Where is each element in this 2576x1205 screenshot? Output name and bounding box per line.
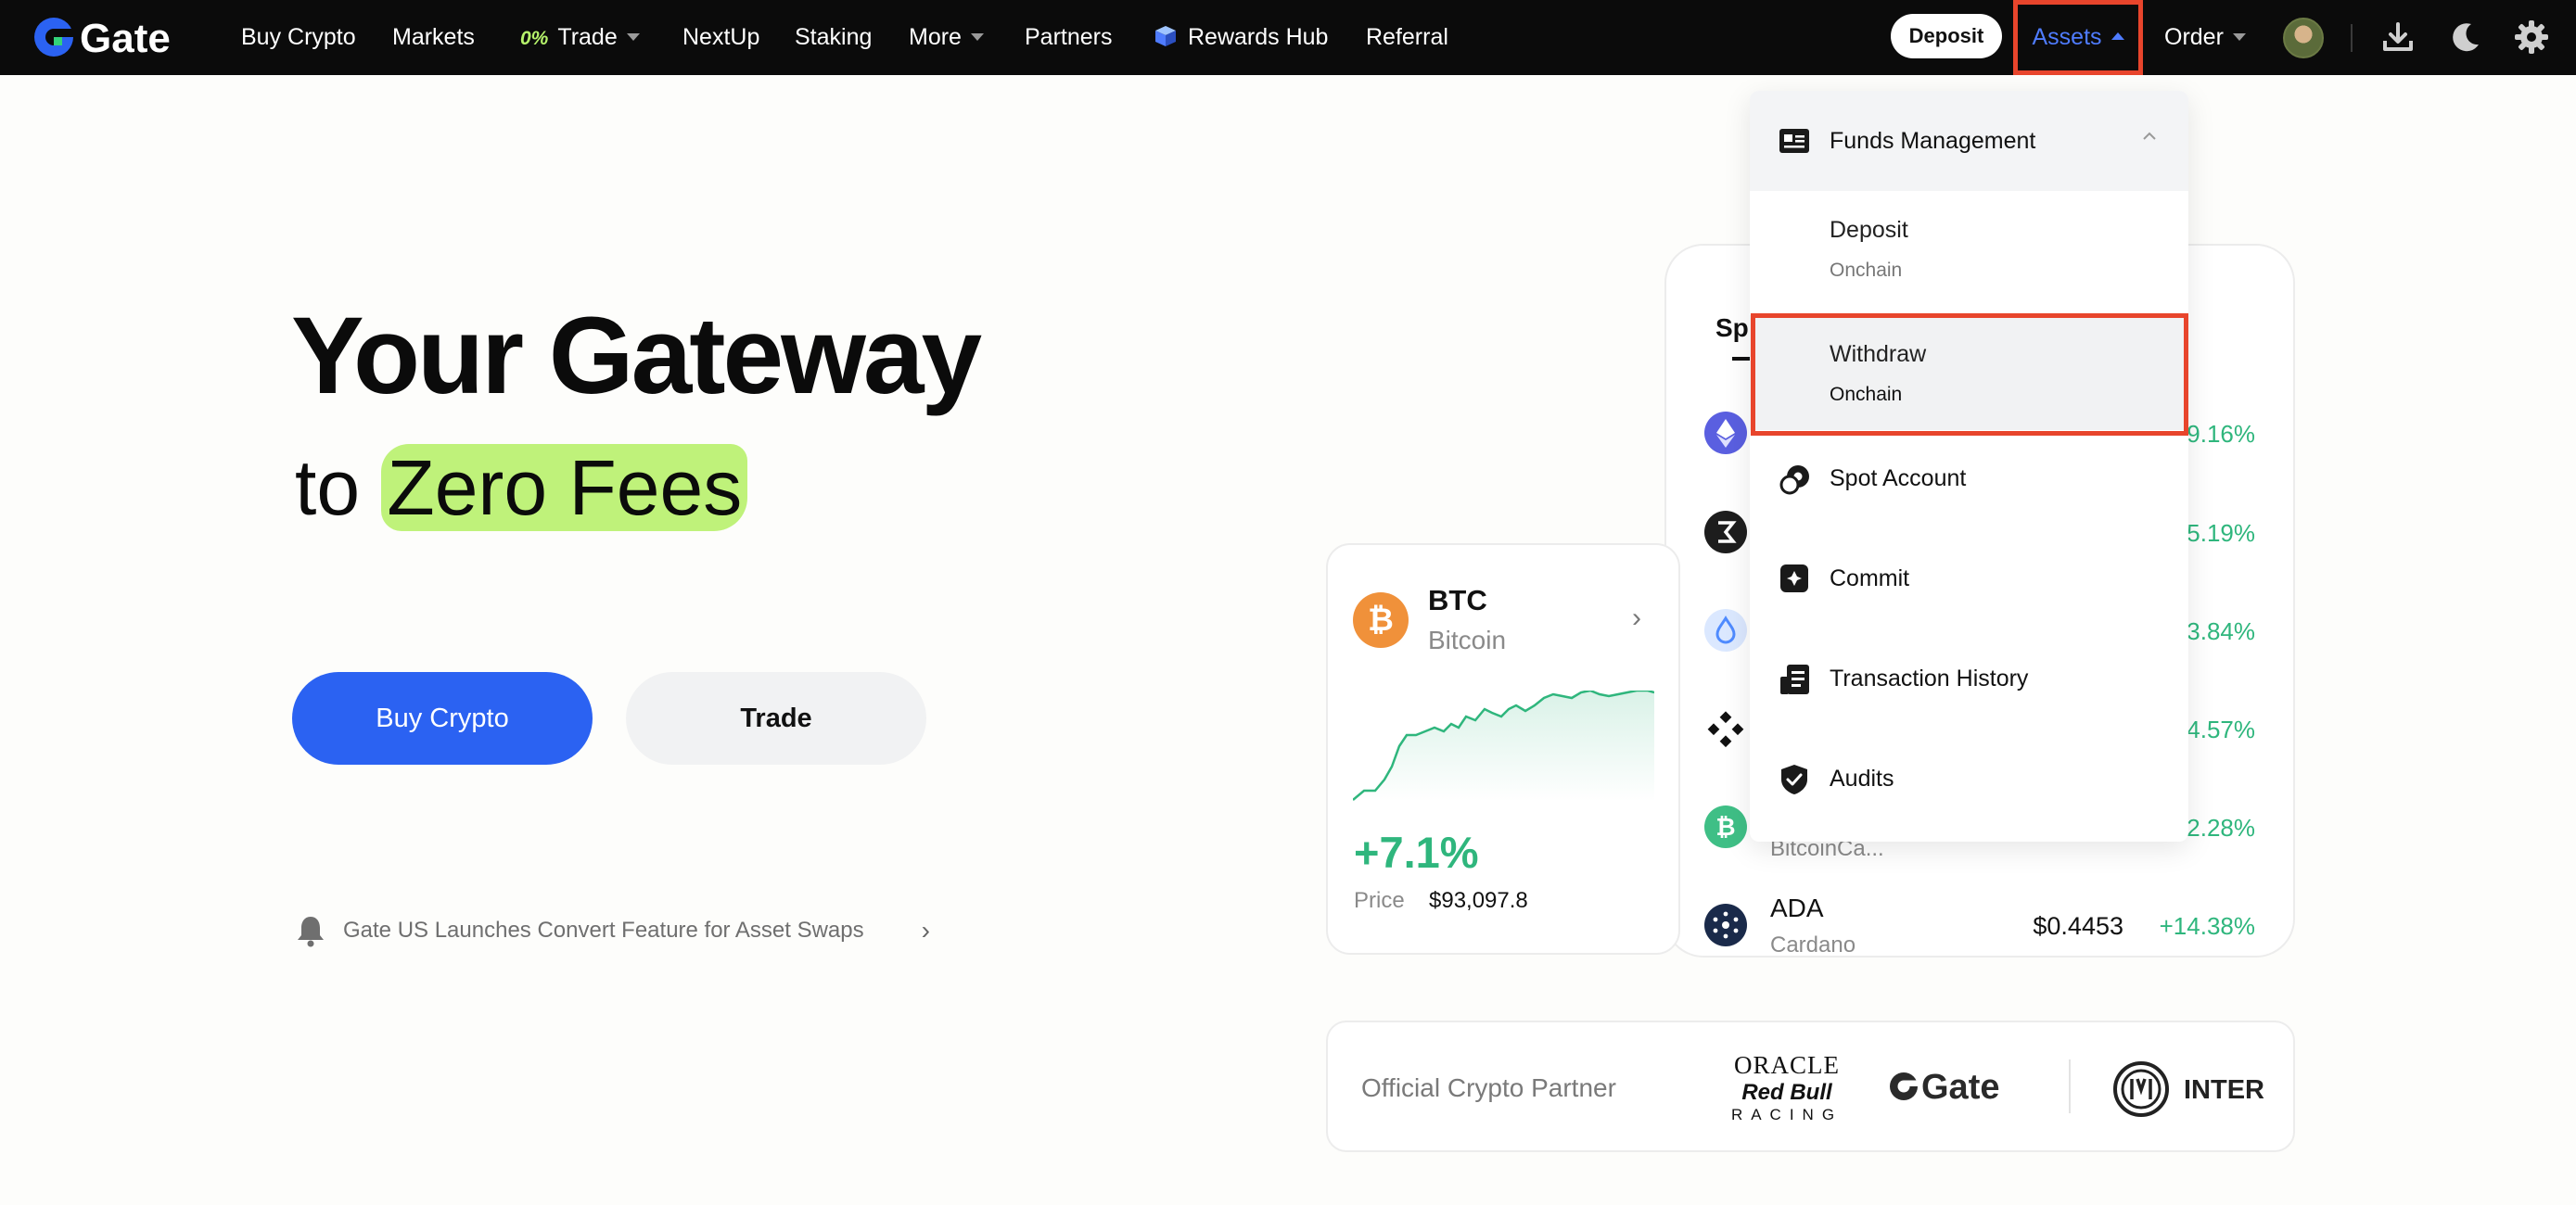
chevron-down-icon — [970, 32, 984, 41]
transaction-history-icon — [1780, 665, 1809, 694]
gear-icon[interactable] — [2513, 19, 2550, 56]
nav-nextup[interactable]: NextUp — [682, 0, 759, 75]
assets-menu[interactable]: Assets — [2013, 0, 2143, 75]
commit-label: Commit — [1830, 565, 1910, 591]
svg-text:Gate: Gate — [80, 16, 171, 61]
commit-item[interactable]: Commit — [1750, 532, 2188, 625]
oracle-text: ORACLE — [1734, 1051, 1840, 1079]
audits-icon — [1781, 765, 1807, 794]
nav-rewards-hub-label: Rewards Hub — [1188, 24, 1329, 50]
btc-change: +7.1% — [1354, 828, 1479, 877]
chevron-down-icon — [626, 32, 640, 41]
nav-trade[interactable]: 0% Trade — [520, 0, 640, 75]
diamond-coin-icon — [1704, 707, 1747, 750]
buy-crypto-button[interactable]: Buy Crypto — [292, 672, 593, 765]
top-nav: Gate Buy Crypto Markets 0% Trade NextUp S… — [0, 0, 2576, 75]
transaction-history-item[interactable]: Transaction History — [1750, 632, 2188, 725]
chevron-right-icon[interactable]: › — [1632, 602, 1641, 634]
hero-subtitle: to Zero Fees — [295, 443, 748, 533]
chevron-up-icon — [2111, 32, 2124, 41]
oracle-redbull-logo[interactable]: ORACLE Red Bull RACING — [1715, 1051, 1859, 1124]
gift-box-icon — [1155, 26, 1176, 47]
deposit-onchain-item[interactable]: Deposit Onchain — [1750, 191, 2188, 306]
gate-partner-logo[interactable]: Gate — [1888, 1064, 2027, 1113]
order-menu[interactable]: Order — [2164, 0, 2246, 75]
bell-icon — [298, 917, 324, 947]
bch-coin-icon: ₿ — [1704, 805, 1747, 848]
nav-buy-crypto-label: Buy Crypto — [241, 24, 356, 50]
assets-dropdown: Funds Management Deposit Onchain Withdra… — [1750, 91, 2188, 842]
ada-coin-icon — [1704, 904, 1747, 946]
hero-title: Your Gateway — [291, 295, 982, 417]
spot-account-label: Spot Account — [1830, 465, 1967, 491]
nav-more-label: More — [909, 24, 962, 50]
market-row-change: +14.38% — [2159, 912, 2255, 940]
withdraw-highlight-box — [1751, 313, 2188, 436]
sui-coin-icon — [1704, 609, 1747, 652]
chevron-right-icon: › — [921, 916, 930, 945]
moon-icon[interactable] — [2447, 19, 2484, 56]
btc-price: $93,097.8 — [1429, 888, 1528, 913]
partner-divider — [2069, 1059, 2071, 1113]
commit-icon — [1780, 564, 1808, 592]
spot-account-icon — [1779, 465, 1809, 495]
sigma-coin-icon — [1704, 511, 1747, 553]
nav-divider — [2351, 24, 2353, 52]
market-row-name: Cardano — [1770, 932, 1856, 958]
funds-management-label: Funds Management — [1830, 128, 2036, 154]
nav-staking[interactable]: Staking — [795, 0, 872, 75]
deposit-button[interactable]: Deposit — [1891, 14, 2002, 58]
hero-subtitle-prefix: to — [295, 444, 361, 531]
racing-text: RACING — [1730, 1106, 1843, 1123]
spot-account-item[interactable]: Spot Account — [1750, 432, 2188, 525]
gate-logo-icon: Gate — [34, 16, 171, 61]
partner-label: Official Crypto Partner — [1361, 1073, 1616, 1102]
nav-referral-label: Referral — [1366, 24, 1448, 50]
redbull-text: Red Bull — [1741, 1080, 1832, 1105]
nav-rewards-hub[interactable]: Rewards Hub — [1153, 0, 1328, 75]
assets-menu-label: Assets — [2032, 24, 2102, 50]
nav-partners[interactable]: Partners — [1025, 0, 1112, 75]
btc-name: Bitcoin — [1428, 626, 1507, 654]
transaction-history-label: Transaction History — [1830, 666, 2029, 691]
nav-partners-label: Partners — [1025, 24, 1113, 50]
announcement-text: Gate US Launches Convert Feature for Ass… — [343, 918, 864, 943]
market-row-price: $0.4453 — [2033, 912, 2123, 940]
deposit-item-title: Deposit — [1830, 217, 1908, 243]
nav-markets-label: Markets — [392, 24, 475, 50]
svg-text:Gate: Gate — [1921, 1068, 1999, 1107]
nav-markets[interactable]: Markets — [392, 0, 475, 75]
btc-price-label: Price — [1354, 888, 1405, 913]
audits-item[interactable]: Audits — [1750, 732, 2188, 825]
chevron-up-icon — [2143, 132, 2156, 140]
download-icon[interactable] — [2379, 19, 2417, 56]
nav-more[interactable]: More — [909, 0, 984, 75]
nav-buy-crypto[interactable]: Buy Crypto — [241, 0, 356, 75]
announcement-link[interactable]: Gate US Launches Convert Feature for Ass… — [295, 914, 930, 947]
nav-staking-label: Staking — [795, 24, 873, 50]
avatar[interactable] — [2283, 18, 2324, 58]
deposit-item-sub: Onchain — [1830, 260, 1903, 281]
gate-small-logo-icon: Gate — [1890, 1068, 1999, 1107]
order-menu-label: Order — [2164, 24, 2224, 50]
gate-logo[interactable]: Gate — [32, 13, 208, 61]
market-row-symbol: ADA — [1770, 894, 1824, 922]
trade-button[interactable]: Trade — [626, 672, 926, 765]
bitcoin-icon: ₿ — [1353, 592, 1409, 648]
btc-sparkline — [1353, 691, 1654, 802]
hero-subtitle-highlight: Zero Fees — [381, 444, 748, 531]
zero-fee-badge: 0% — [520, 28, 549, 49]
nav-nextup-label: NextUp — [682, 24, 760, 50]
eth-coin-icon — [1704, 412, 1747, 454]
id-card-icon — [1779, 129, 1809, 153]
chevron-down-icon — [2232, 32, 2246, 41]
inter-logo-icon[interactable] — [2112, 1060, 2170, 1118]
nav-referral[interactable]: Referral — [1366, 0, 1448, 75]
funds-management-header[interactable]: Funds Management — [1750, 91, 2188, 191]
tab-spot[interactable]: Sp — [1715, 313, 1749, 343]
inter-text: INTER — [2184, 1075, 2264, 1105]
audits-label: Audits — [1830, 766, 1894, 792]
nav-trade-label: Trade — [557, 24, 618, 50]
btc-symbol: BTC — [1428, 584, 1487, 616]
